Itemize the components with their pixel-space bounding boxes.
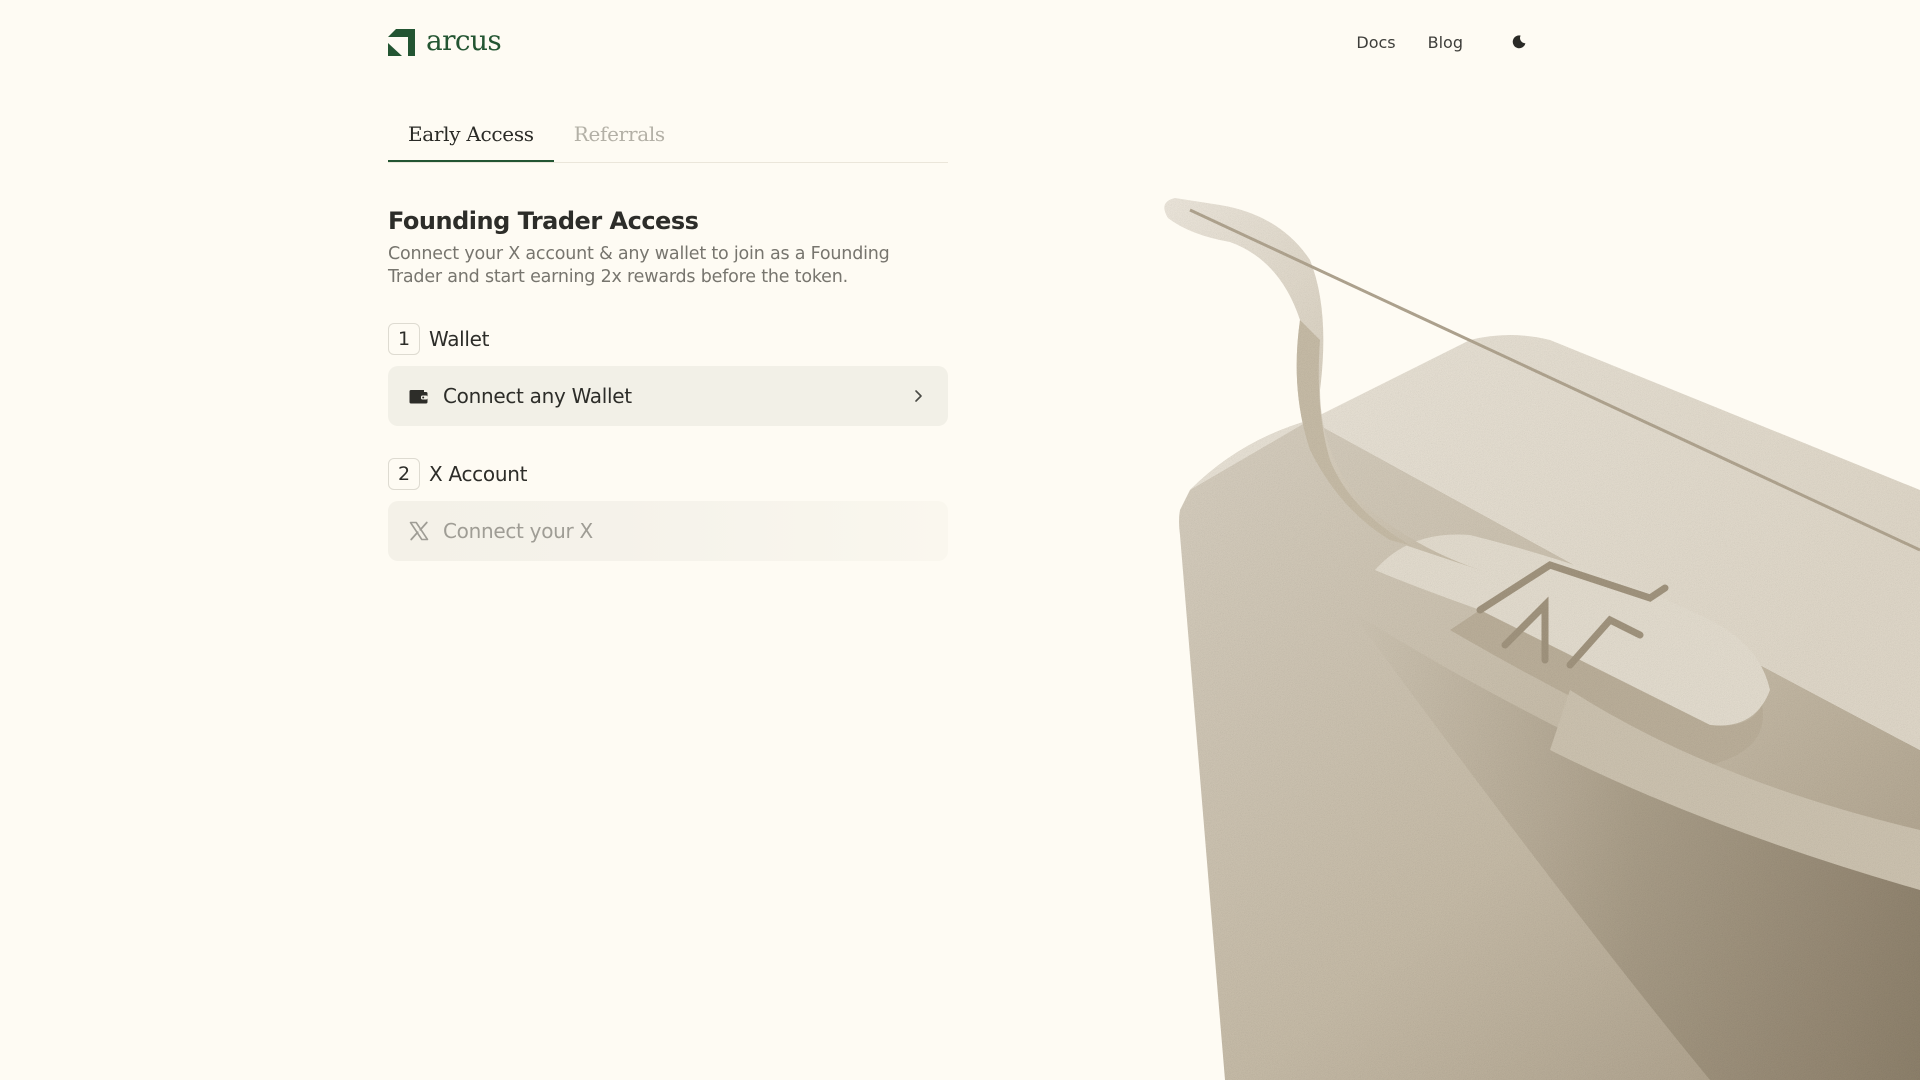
top-nav: Docs Blog: [1356, 30, 1531, 54]
theme-toggle-button[interactable]: [1507, 30, 1531, 54]
step-wallet-header: 1 Wallet: [388, 323, 948, 355]
step-label: Wallet: [429, 327, 490, 351]
page: arcus Docs Blog Early Access Referrals F…: [0, 0, 1920, 1080]
connect-wallet-button[interactable]: Connect any Wallet: [388, 366, 948, 426]
brand-link[interactable]: arcus: [388, 24, 502, 57]
top-header: arcus Docs Blog: [388, 22, 1531, 62]
access-tabs: Early Access Referrals: [388, 112, 948, 163]
x-logo-icon: [408, 520, 430, 542]
connect-x-label: Connect your X: [443, 519, 593, 543]
connect-x-button[interactable]: Connect your X: [388, 501, 948, 561]
tab-referrals[interactable]: Referrals: [554, 112, 685, 160]
arcus-logo-icon: [388, 28, 415, 56]
early-access-panel: Founding Trader Access Connect your X ac…: [388, 205, 948, 561]
page-title: Founding Trader Access: [388, 207, 699, 235]
nav-blog-link[interactable]: Blog: [1428, 33, 1463, 52]
chevron-right-icon: [910, 388, 926, 404]
moon-icon: [1512, 35, 1526, 49]
step-label: X Account: [429, 462, 528, 486]
brand-name: arcus: [426, 24, 502, 57]
nav-docs-link[interactable]: Docs: [1356, 33, 1395, 52]
tab-early-access[interactable]: Early Access: [388, 112, 554, 162]
wallet-icon: [408, 385, 430, 407]
step-x-account-header: 2 X Account: [388, 458, 948, 490]
step-number-badge: 2: [388, 458, 420, 490]
step-number-badge: 1: [388, 323, 420, 355]
page-subtitle: Connect your X account & any wallet to j…: [388, 244, 890, 287]
connect-wallet-label: Connect any Wallet: [443, 384, 632, 408]
hero-3d-artwork: [1150, 190, 1920, 1080]
